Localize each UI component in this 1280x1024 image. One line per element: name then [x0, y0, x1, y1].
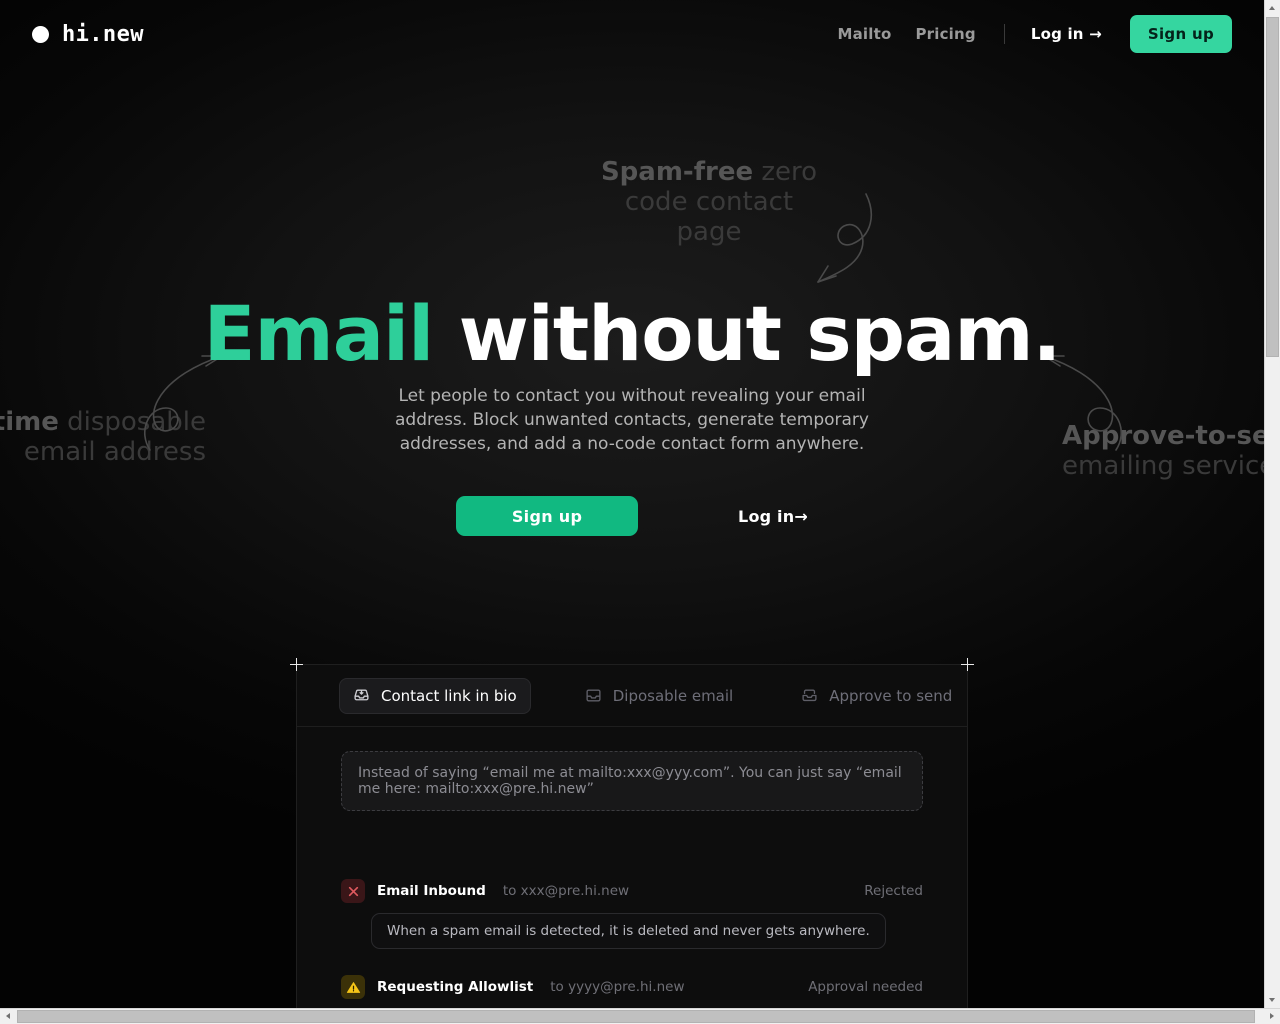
inbox-stack-icon — [802, 689, 817, 702]
tab-label: Diposable email — [612, 686, 734, 705]
status-badge: Rejected — [864, 883, 923, 899]
vertical-scrollbar[interactable] — [1264, 0, 1280, 1008]
inbox-icon — [586, 689, 601, 702]
event-item-requesting-allowlist: Requesting Allowlist to yyyy@pre.hi.new … — [341, 975, 923, 999]
nav-link-pricing[interactable]: Pricing — [903, 25, 987, 43]
circle-dot-icon — [32, 25, 49, 43]
event-target: to xxx@pre.hi.new — [502, 883, 630, 899]
hero-subtitle-text: Let people to contact you without reveal… — [395, 386, 869, 454]
inbox-download-icon — [354, 689, 369, 701]
horizontal-scrollbar-thumb[interactable] — [17, 1010, 1255, 1023]
warning-triangle-icon — [341, 975, 365, 999]
hero-login-button[interactable]: Log in→ — [738, 507, 808, 526]
event-message: When a spam email is detected, it is del… — [371, 913, 886, 949]
tab-label: Approve to send — [829, 686, 953, 705]
tab-contact-link-in-bio[interactable]: Contact link in bio — [339, 677, 531, 714]
event-title: Email Inbound — [377, 883, 486, 899]
scroll-up-arrow-icon[interactable] — [1265, 0, 1280, 16]
nav-link-mailto[interactable]: Mailto — [825, 25, 903, 43]
vertical-scrollbar-thumb[interactable] — [1266, 17, 1279, 357]
main-navigation: Mailto Pricing Log in → Sign up — [825, 15, 1232, 53]
page-content: hi.new Mailto Pricing Log in → Sign up S… — [0, 0, 1264, 1008]
scroll-left-arrow-icon[interactable] — [0, 1009, 16, 1024]
event-header: Email Inbound to xxx@pre.hi.new Rejected — [341, 879, 923, 903]
hero-title-rest: without spam. — [433, 289, 1062, 378]
status-badge: Approval needed — [808, 979, 923, 995]
page-title: Email without spam. — [0, 296, 1264, 372]
demo-note: Instead of saying “email me at mailto:xx… — [341, 751, 923, 811]
site-header: hi.new Mailto Pricing Log in → Sign up — [0, 0, 1264, 68]
hero-section: Spam-free zero code contact page e-time … — [0, 0, 1264, 660]
brand-logo[interactable]: hi.new — [32, 22, 144, 47]
demo-event-list: Email Inbound to xxx@pre.hi.new Rejected… — [341, 879, 923, 999]
tab-approve-to-send[interactable]: Approve to send — [787, 678, 966, 714]
tab-label: Contact link in bio — [381, 686, 517, 705]
hero-signup-button[interactable]: Sign up — [456, 496, 639, 536]
hero-subtitle: Let people to contact you without reveal… — [0, 384, 1264, 456]
scroll-down-arrow-icon[interactable] — [1265, 992, 1280, 1008]
event-item-email-inbound: Email Inbound to xxx@pre.hi.new Rejected… — [341, 879, 923, 949]
demo-card: Contact link in bio Diposable email Appr… — [290, 658, 974, 1008]
demo-body: Instead of saying “email me at mailto:xx… — [297, 727, 967, 999]
tab-diposable-email[interactable]: Diposable email — [571, 678, 747, 714]
crosshair-marker-top-right-icon — [961, 658, 974, 671]
squiggle-arrow-top-icon — [817, 193, 873, 283]
hero-title-accent: Email — [203, 289, 434, 378]
close-x-icon — [341, 879, 365, 903]
browser-viewport: hi.new Mailto Pricing Log in → Sign up S… — [0, 0, 1280, 1024]
horizontal-scrollbar[interactable] — [0, 1008, 1280, 1024]
crosshair-marker-top-left-icon — [290, 658, 303, 671]
hero-actions: Sign up Log in→ — [0, 496, 1264, 536]
demo-tab-bar: Contact link in bio Diposable email Appr… — [297, 665, 967, 727]
nav-signup-button[interactable]: Sign up — [1129, 15, 1232, 53]
ghost-label-top: Spam-free zero code contact page — [598, 157, 820, 248]
event-target: to yyyy@pre.hi.new — [550, 979, 685, 995]
nav-divider — [1003, 24, 1005, 44]
event-header: Requesting Allowlist to yyyy@pre.hi.new … — [341, 975, 923, 999]
event-title: Requesting Allowlist — [377, 979, 534, 995]
scroll-right-arrow-icon[interactable] — [1264, 1009, 1280, 1024]
nav-login-link[interactable]: Log in → — [1021, 25, 1112, 43]
ghost-top-strong: Spam-free — [600, 157, 754, 187]
brand-name: hi.new — [62, 21, 144, 47]
